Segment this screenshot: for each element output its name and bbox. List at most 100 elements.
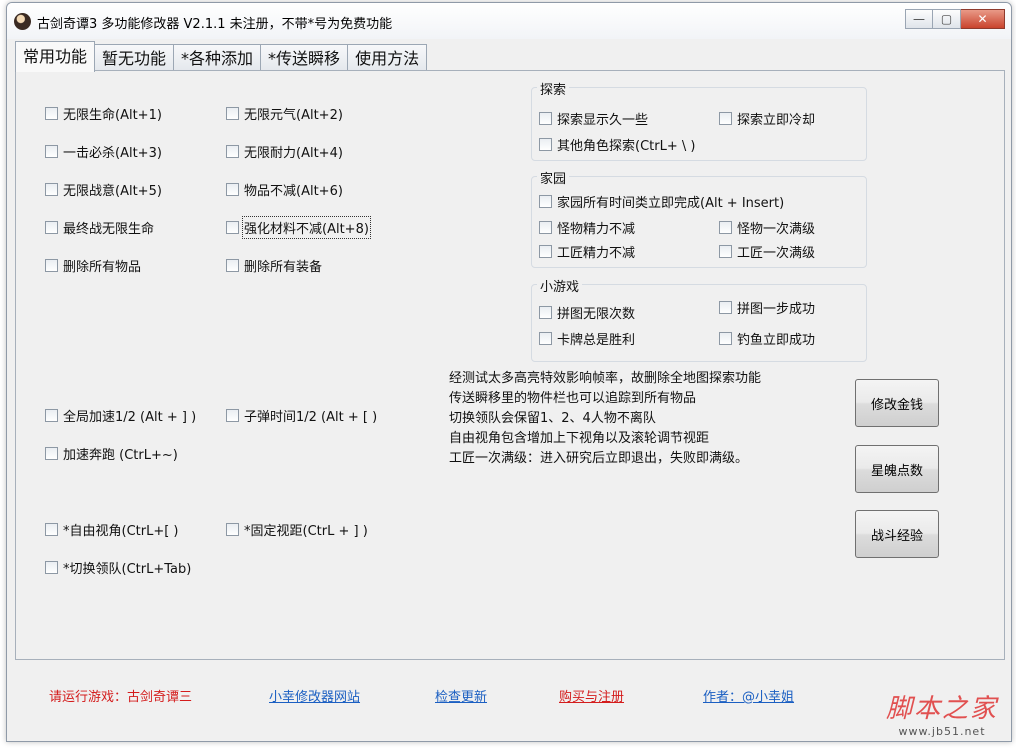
option-explore-instant-cooldown[interactable]: 探索立即冷却 <box>719 109 815 128</box>
option-label: 无限生命(Alt+1) <box>63 108 162 123</box>
note-line: 传送瞬移里的物件栏也可以追踪到所有物品 <box>449 391 697 406</box>
option-delete-all-items[interactable]: 删除所有物品 <box>45 256 141 275</box>
checkbox[interactable] <box>719 221 732 234</box>
checkbox[interactable] <box>539 195 552 208</box>
option-puzzle-unlimited[interactable]: 拼图无限次数 <box>539 303 635 322</box>
option-free-camera[interactable]: *自由视角(CtrL+[ ) <box>45 520 179 539</box>
app-window: 古剑奇谭3 多功能修改器 V2.1.1 未注册，不带*号为免费功能 — ▢ ✕ … <box>6 2 1012 742</box>
option-label: 钓鱼立即成功 <box>737 333 816 348</box>
option-craftsman-energy[interactable]: 工匠精力不减 <box>539 242 635 261</box>
checkbox[interactable] <box>539 306 552 319</box>
option-one-hit-kill[interactable]: 一击必杀(Alt+3) <box>45 142 162 161</box>
option-switch-leader[interactable]: *切换领队(CtrL+Tab) <box>45 558 191 577</box>
option-global-speed[interactable]: 全局加速1/2 (Alt + ] ) <box>45 406 196 425</box>
battle-exp-button[interactable]: 战斗经验 <box>855 510 939 558</box>
website-link[interactable]: 小幸修改器网站 <box>269 686 360 705</box>
checkbox[interactable] <box>719 112 732 125</box>
window-title: 古剑奇谭3 多功能修改器 V2.1.1 未注册，不带*号为免费功能 <box>37 17 393 32</box>
option-label: 强化材料不减(Alt+8) <box>242 216 371 239</box>
option-label: 全局加速1/2 (Alt + ] ) <box>63 410 197 425</box>
checkbox[interactable] <box>719 245 732 258</box>
option-label: 工匠一次满级 <box>737 246 816 261</box>
maximize-button[interactable]: ▢ <box>933 9 961 29</box>
title-bar[interactable]: 古剑奇谭3 多功能修改器 V2.1.1 未注册，不带*号为免费功能 — ▢ ✕ <box>7 3 1011 39</box>
status-bar: 请运行游戏：古剑奇谭三 小幸修改器网站 检查更新 购买与注册 作者：@小幸姐 <box>15 661 1005 741</box>
checkbox[interactable] <box>539 332 552 345</box>
tab-common[interactable]: 常用功能 <box>15 41 96 72</box>
tab-teleport[interactable]: *传送瞬移 <box>261 44 349 72</box>
option-monster-energy[interactable]: 怪物精力不减 <box>539 218 635 237</box>
option-home-instant-complete[interactable]: 家园所有时间类立即完成(Alt + Insert) <box>539 192 784 211</box>
option-bullet-time[interactable]: 子弹时间1/2 (Alt + [ ) <box>226 406 377 425</box>
checkbox[interactable] <box>226 107 239 120</box>
option-fixed-view-distance[interactable]: *固定视距(CtrL + ] ) <box>226 520 368 539</box>
author-link[interactable]: 作者：@小幸姐 <box>703 686 794 705</box>
check-update-link[interactable]: 检查更新 <box>435 686 487 705</box>
checkbox[interactable] <box>719 301 732 314</box>
group-legend: 探索 <box>537 79 570 98</box>
checkbox[interactable] <box>45 221 58 234</box>
checkbox[interactable] <box>226 183 239 196</box>
option-upgrade-material-not-decrease[interactable]: 强化材料不减(Alt+8) <box>226 216 371 239</box>
minimize-button[interactable]: — <box>905 9 933 29</box>
option-craftsman-max-level[interactable]: 工匠一次满级 <box>719 242 815 261</box>
tab-none[interactable]: 暂无功能 <box>95 44 175 72</box>
checkbox[interactable] <box>719 332 732 345</box>
checkbox[interactable] <box>539 245 552 258</box>
checkbox[interactable] <box>45 107 58 120</box>
option-card-always-win[interactable]: 卡牌总是胜利 <box>539 329 635 348</box>
checkbox[interactable] <box>45 409 58 422</box>
modify-money-button[interactable]: 修改金钱 <box>855 379 939 427</box>
checkbox[interactable] <box>45 447 58 460</box>
option-final-battle-infinite-health[interactable]: 最终战无限生命 <box>45 218 154 237</box>
tab-usage[interactable]: 使用方法 <box>348 44 428 72</box>
option-label: 工匠精力不减 <box>557 246 636 261</box>
option-label: 卡牌总是胜利 <box>557 333 636 348</box>
checkbox[interactable] <box>45 523 58 536</box>
app-icon <box>14 13 31 30</box>
option-fishing-instant[interactable]: 钓鱼立即成功 <box>719 329 815 348</box>
option-speed-run[interactable]: 加速奔跑 (CtrL+~) <box>45 444 178 463</box>
checkbox[interactable] <box>226 523 239 536</box>
close-button[interactable]: ✕ <box>961 9 1005 29</box>
tab-add-items[interactable]: *各种添加 <box>174 44 262 72</box>
option-infinite-stamina[interactable]: 无限耐力(Alt+4) <box>226 142 343 161</box>
checkbox[interactable] <box>45 561 58 574</box>
checkbox[interactable] <box>45 259 58 272</box>
option-other-character-explore[interactable]: 其他角色探索(CtrL+ \ ) <box>539 135 695 154</box>
checkbox[interactable] <box>226 409 239 422</box>
star-points-button[interactable]: 星魄点数 <box>855 445 939 493</box>
option-label: 探索立即冷却 <box>737 113 816 128</box>
tab-strip: 常用功能 暂无功能 *各种添加 *传送瞬移 使用方法 <box>15 41 428 72</box>
buy-register-link[interactable]: 购买与注册 <box>559 686 624 705</box>
usage-notes: 经测试太多高亮特效影响帧率，故删除全地图探索功能 传送瞬移里的物件栏也可以追踪到… <box>449 369 761 469</box>
option-label: 物品不减(Alt+6) <box>244 184 343 199</box>
note-line: 经测试太多高亮特效影响帧率，故删除全地图探索功能 <box>449 371 762 386</box>
option-label: 加速奔跑 (CtrL+~) <box>63 448 178 463</box>
option-items-not-decrease[interactable]: 物品不减(Alt+6) <box>226 180 343 199</box>
option-infinite-qi[interactable]: 无限元气(Alt+2) <box>226 104 343 123</box>
option-infinite-health[interactable]: 无限生命(Alt+1) <box>45 104 162 123</box>
option-explore-display-longer[interactable]: 探索显示久一些 <box>539 109 648 128</box>
checkbox[interactable] <box>226 145 239 158</box>
checkbox[interactable] <box>539 138 552 151</box>
run-game-status: 请运行游戏：古剑奇谭三 <box>49 690 193 705</box>
option-label: 怪物精力不减 <box>557 222 636 237</box>
checkbox[interactable] <box>539 221 552 234</box>
checkbox[interactable] <box>45 145 58 158</box>
option-label: 删除所有装备 <box>244 260 323 275</box>
group-legend: 小游戏 <box>537 276 583 295</box>
option-infinite-fighting-spirit[interactable]: 无限战意(Alt+5) <box>45 180 162 199</box>
option-label: 一击必杀(Alt+3) <box>63 146 162 161</box>
watermark-logo: 脚本之家 <box>885 694 998 724</box>
checkbox[interactable] <box>226 259 239 272</box>
option-puzzle-one-step[interactable]: 拼图一步成功 <box>719 298 815 317</box>
option-delete-all-equipment[interactable]: 删除所有装备 <box>226 256 322 275</box>
option-label: 其他角色探索(CtrL+ \ ) <box>557 139 696 154</box>
checkbox[interactable] <box>45 183 58 196</box>
caption-buttons: — ▢ ✕ <box>905 9 1005 29</box>
group-home: 家园 家园所有时间类立即完成(Alt + Insert) 怪物精力不减 怪物一次… <box>531 168 867 268</box>
checkbox[interactable] <box>226 221 239 234</box>
option-monster-max-level[interactable]: 怪物一次满级 <box>719 218 815 237</box>
checkbox[interactable] <box>539 112 552 125</box>
